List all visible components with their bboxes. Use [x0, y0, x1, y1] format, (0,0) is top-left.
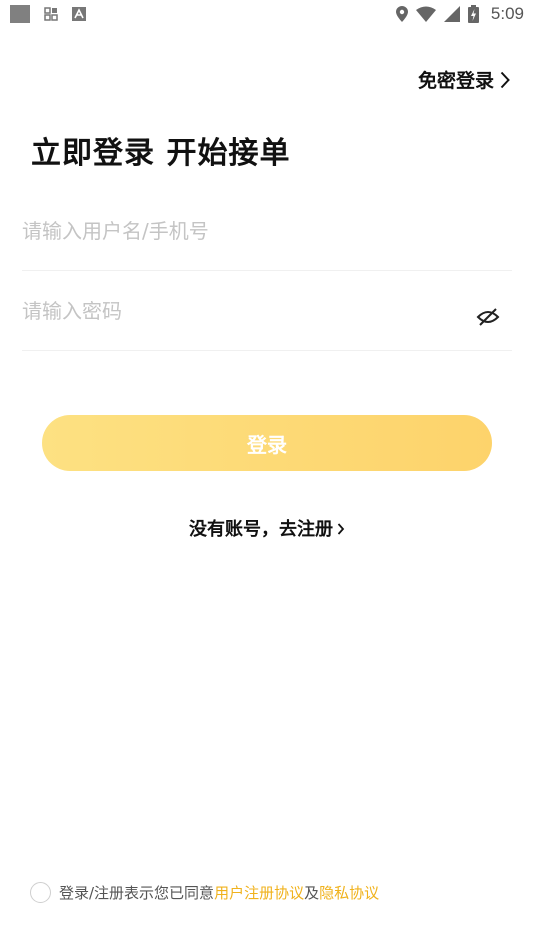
- username-field-row: [22, 191, 512, 271]
- location-icon: [395, 6, 408, 22]
- cell-signal-icon: [443, 6, 460, 22]
- username-input[interactable]: [22, 218, 452, 243]
- register-label: 没有账号，去注册: [189, 519, 333, 540]
- status-bar-right: 5:09: [395, 4, 524, 24]
- password-field-row: [22, 271, 512, 351]
- battery-charging-icon: [467, 5, 479, 23]
- agreement-checkbox[interactable]: [30, 882, 51, 903]
- password-input[interactable]: [22, 298, 452, 323]
- login-screen: 5:09 免密登录 立即登录 开始接单 登录 没有账号，去注册 登录/注册表示您…: [0, 0, 534, 950]
- app-square-icon: [10, 5, 30, 23]
- passwordless-login-label: 免密登录: [417, 70, 494, 92]
- user-agreement-link[interactable]: 用户注册协议: [214, 882, 304, 903]
- chevron-right-icon: [500, 71, 510, 88]
- privacy-agreement-link[interactable]: 隐私协议: [319, 882, 379, 903]
- grid-apps-icon: [44, 7, 58, 21]
- agreement-row: 登录/注册表示您已同意 用户注册协议 及 隐私协议: [30, 882, 379, 903]
- status-bar: 5:09: [0, 0, 534, 28]
- agreement-prefix: 登录/注册表示您已同意: [59, 884, 215, 902]
- chevron-right-icon: [337, 523, 345, 535]
- status-bar-left: [10, 5, 86, 23]
- passwordless-login-link[interactable]: 免密登录: [418, 66, 510, 93]
- status-time: 5:09: [490, 4, 524, 23]
- page-title: 立即登录 开始接单: [31, 136, 291, 171]
- eye-off-icon[interactable]: [476, 307, 500, 327]
- login-button[interactable]: 登录: [42, 415, 492, 471]
- register-link[interactable]: 没有账号，去注册: [0, 515, 534, 541]
- agreement-and: 及: [304, 884, 320, 902]
- wifi-icon: [415, 6, 436, 22]
- font-a-icon: [72, 7, 86, 21]
